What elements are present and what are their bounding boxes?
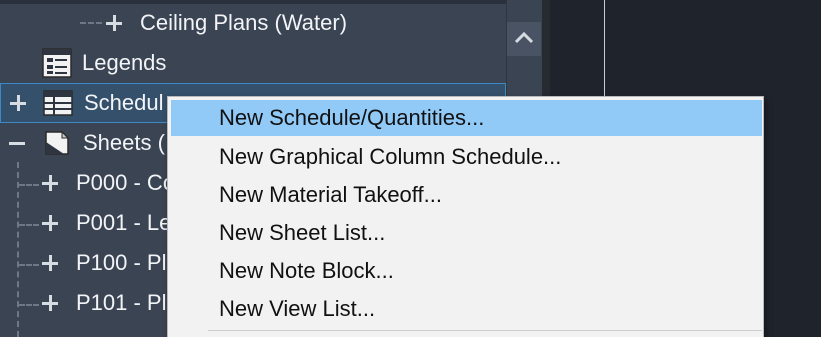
- sheets-icon: [42, 128, 72, 158]
- tree-item-label: P100 - Pl: [76, 250, 167, 275]
- tree-item-label: Sheets (: [83, 130, 165, 155]
- tree-item-label: Legends: [82, 50, 167, 75]
- tree-connector: [19, 184, 39, 186]
- schedule-icon: [43, 88, 73, 118]
- scroll-up-button[interactable]: [507, 22, 541, 56]
- tree-item-label: P000 - Co: [76, 170, 176, 195]
- menu-item-new-material-takeoff[interactable]: New Material Takeoff...: [171, 177, 762, 213]
- tree-connector: [19, 224, 39, 226]
- expand-plus-icon[interactable]: [42, 215, 58, 231]
- legend-icon: [42, 48, 72, 78]
- expand-plus-icon[interactable]: [42, 255, 58, 271]
- app-window: Ceiling Plans (Water) Legends Schedul Sh…: [0, 0, 821, 337]
- tree-item-ceiling-plans-water[interactable]: Ceiling Plans (Water): [0, 3, 506, 43]
- expand-plus-icon[interactable]: [42, 175, 58, 191]
- menu-item-label: New Graphical Column Schedule...: [219, 144, 562, 169]
- tree-item-label: Ceiling Plans (Water): [140, 10, 348, 35]
- menu-separator: [208, 330, 762, 331]
- menu-item-new-graphical-column-schedule[interactable]: New Graphical Column Schedule...: [171, 139, 762, 175]
- tree-item-label: P101 - Pl: [76, 290, 167, 315]
- menu-item-label: New Note Block...: [219, 258, 394, 283]
- menu-item-label: New Sheet List...: [219, 220, 386, 245]
- menu-item-label: New View List...: [219, 296, 376, 321]
- expand-plus-icon[interactable]: [42, 295, 58, 311]
- tree-item-label: Schedul: [84, 90, 164, 115]
- context-menu: New Schedule/Quantities... New Graphical…: [167, 96, 764, 337]
- tree-connector: [80, 22, 102, 24]
- tree-connector: [19, 264, 39, 266]
- menu-item-label: New Schedule/Quantities...: [219, 105, 485, 130]
- collapse-minus-icon[interactable]: [9, 135, 25, 151]
- menu-item-new-sheet-list[interactable]: New Sheet List...: [171, 215, 762, 251]
- tree-item-legends[interactable]: Legends: [0, 43, 506, 83]
- menu-item-new-schedule-quantities[interactable]: New Schedule/Quantities...: [171, 100, 762, 136]
- menu-item-label: New Material Takeoff...: [219, 182, 442, 207]
- menu-item-new-note-block[interactable]: New Note Block...: [171, 253, 762, 289]
- expand-plus-icon[interactable]: [10, 95, 26, 111]
- tree-item-label: P001 - Le: [76, 210, 172, 235]
- expand-plus-icon[interactable]: [106, 15, 122, 31]
- menu-item-new-view-list[interactable]: New View List...: [171, 291, 762, 327]
- tree-connector: [19, 304, 39, 306]
